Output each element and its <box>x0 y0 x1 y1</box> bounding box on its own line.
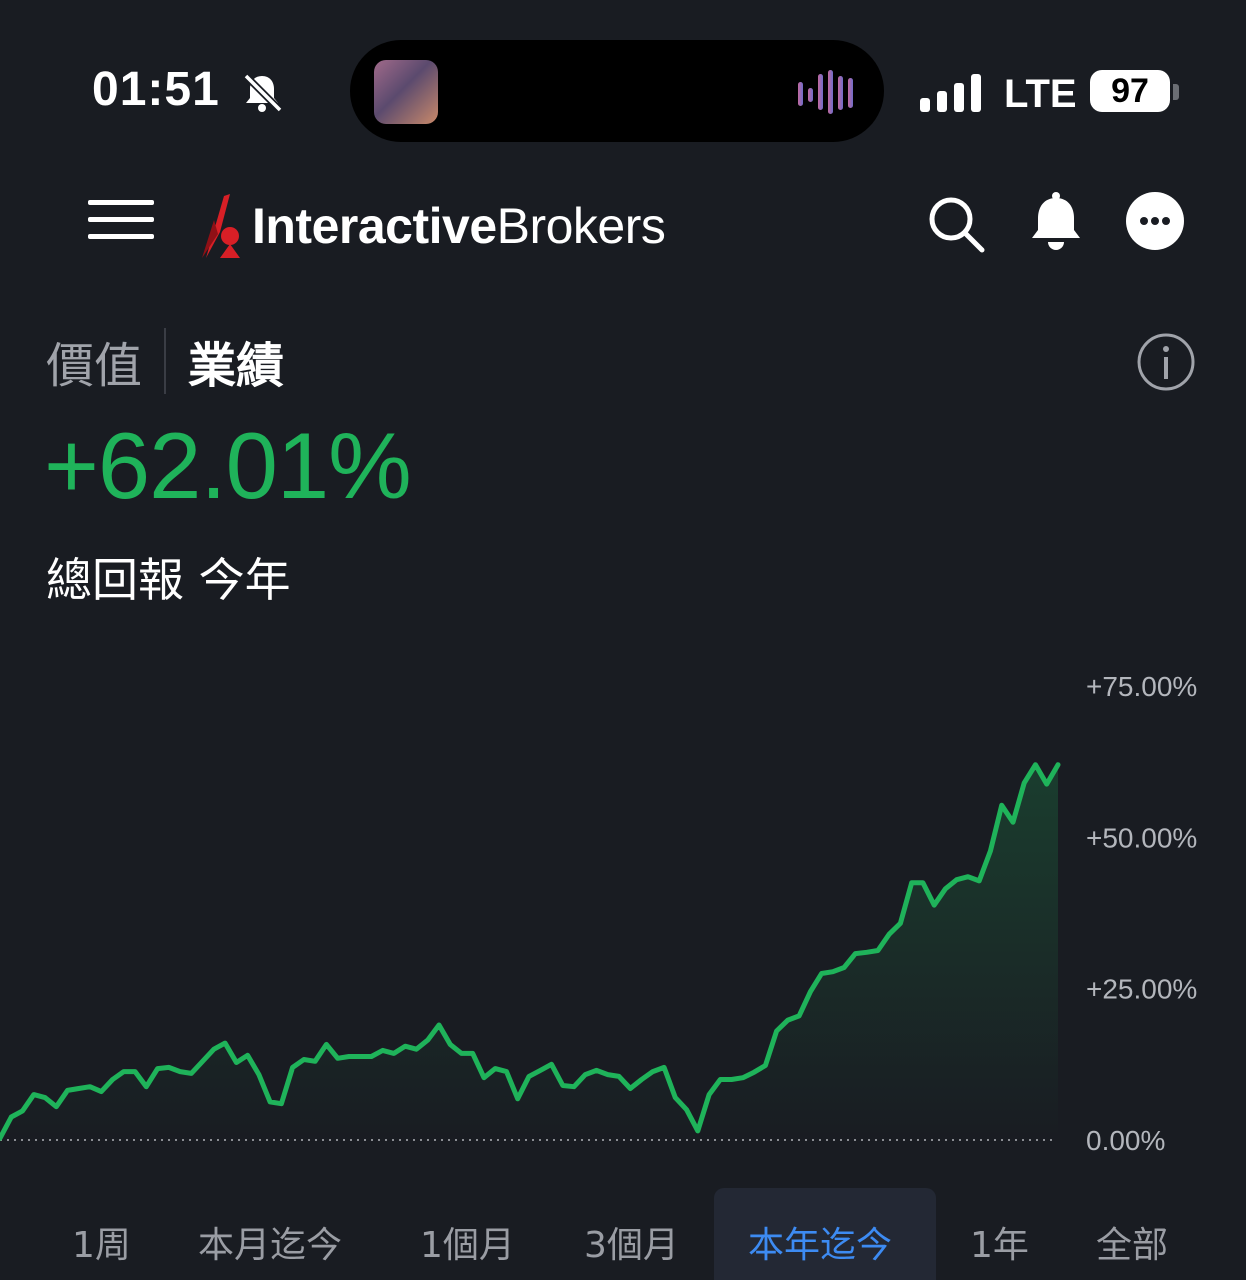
silent-mode-icon <box>243 73 283 113</box>
total-return-value: +62.01% <box>44 413 412 518</box>
range-mtd[interactable]: 本月迄今 <box>198 1216 342 1268</box>
battery-nub <box>1173 84 1179 100</box>
cellular-signal-icon <box>920 74 981 112</box>
range-all[interactable]: 全部 <box>1096 1216 1168 1268</box>
total-return-subtitle: 總回報 今年 <box>46 553 291 607</box>
interactive-brokers-logo: InteractiveBrokers <box>200 186 666 266</box>
view-toggle: 價值 業績 <box>46 326 284 396</box>
status-bar: 01:51 LTE 97 <box>0 0 1246 150</box>
now-playing-artwork <box>374 60 438 124</box>
info-icon[interactable] <box>1136 332 1196 392</box>
logo-text-bold: Interactive <box>252 198 497 254</box>
range-ytd[interactable]: 本年迄今 <box>748 1216 892 1268</box>
logo-text-regular: Brokers <box>496 198 666 254</box>
status-time: 01:51 <box>92 63 220 116</box>
network-type: LTE <box>1004 72 1077 116</box>
y-axis-tick-label: +25.00% <box>1086 974 1197 1005</box>
hamburger-menu-icon[interactable] <box>88 196 154 244</box>
y-axis-tick-label: +50.00% <box>1086 822 1197 853</box>
performance-area <box>0 764 1058 1140</box>
tab-value[interactable]: 價值 <box>46 326 142 396</box>
battery-indicator: 97 <box>1090 70 1170 112</box>
range-3m[interactable]: 3個月 <box>584 1216 679 1268</box>
tab-divider <box>164 328 167 394</box>
dynamic-island[interactable] <box>350 40 884 142</box>
search-icon[interactable] <box>926 194 986 254</box>
logo-wordmark: InteractiveBrokers <box>252 197 666 255</box>
y-axis-tick-label: +75.00% <box>1086 671 1197 702</box>
range-1y[interactable]: 1年 <box>970 1216 1029 1268</box>
tab-performance[interactable]: 業績 <box>188 326 284 396</box>
notifications-bell-icon[interactable] <box>1028 190 1084 252</box>
range-1w[interactable]: 1周 <box>72 1216 131 1268</box>
range-1m[interactable]: 1個月 <box>420 1216 515 1268</box>
audio-waveform-icon <box>798 70 853 114</box>
time-range-selector: 1周 本月迄今 1個月 3個月 本年迄今 1年 全部 <box>0 1188 1246 1280</box>
performance-chart[interactable]: +75.00% +50.00% +25.00% 0.00% <box>0 640 1246 1180</box>
app-header: InteractiveBrokers <box>0 170 1246 280</box>
ib-logo-mark-icon <box>202 194 240 258</box>
y-axis-tick-label: 0.00% <box>1086 1125 1165 1156</box>
more-options-icon[interactable] <box>1126 192 1184 250</box>
